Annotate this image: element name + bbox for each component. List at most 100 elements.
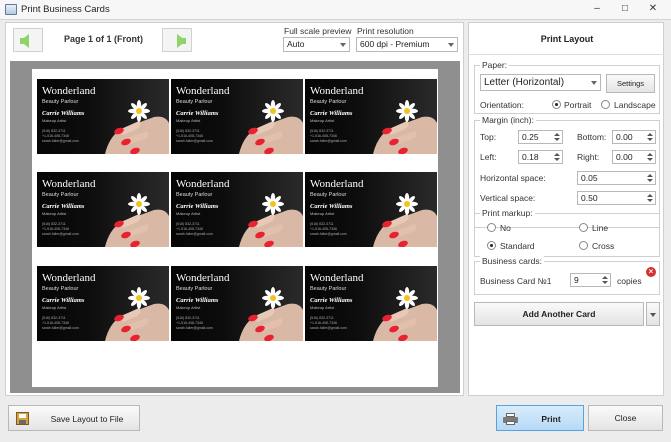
landscape-radio[interactable]: [601, 100, 610, 109]
hand-flower-image: [105, 287, 169, 341]
business-card-preview: Wonderland Beauty Parlour Carrie Williams M…: [171, 79, 303, 154]
top-margin-value: 0.25: [522, 132, 539, 142]
left-margin-input[interactable]: 0.18: [518, 150, 563, 164]
left-label: Left:: [480, 152, 497, 162]
spin-up-icon[interactable]: [647, 174, 653, 177]
spin-down-icon[interactable]: [554, 158, 560, 161]
right-margin-input[interactable]: 0.00: [612, 150, 656, 164]
business-card-preview: Wonderland Beauty Parlour Carrie Williams M…: [305, 266, 437, 341]
add-card-dropdown-button[interactable]: [646, 302, 660, 326]
print-layout-panel: Print Layout Paper: Letter (Horizontal) …: [468, 22, 665, 396]
hand-flower-image: [373, 287, 437, 341]
paper-settings-button[interactable]: Settings: [606, 74, 655, 93]
panel-title: Print Layout: [540, 34, 594, 44]
paper-select[interactable]: Letter (Horizontal): [480, 74, 601, 91]
vertical-space-input[interactable]: 0.50: [577, 191, 656, 205]
markup-cross-radio[interactable]: [579, 241, 588, 250]
spin-up-icon[interactable]: [554, 153, 560, 156]
card-phone: (516) 832-3711: [176, 316, 200, 320]
save-layout-label: Save Layout to File: [50, 414, 124, 424]
print-label: Print: [541, 414, 561, 424]
bottom-margin-input[interactable]: 0.00: [612, 130, 656, 144]
card-phone: (516) 832-3711: [176, 129, 200, 133]
markup-line-radio[interactable]: [579, 223, 588, 232]
spin-down-icon[interactable]: [647, 158, 653, 161]
prev-page-button[interactable]: [13, 28, 43, 52]
card-phone: (516) 832-3711: [176, 222, 200, 226]
chevron-down-icon: [340, 43, 346, 47]
card-name: Carrie Williams: [310, 297, 353, 304]
card-mobile: +1-516-408-7346: [176, 134, 203, 138]
card-subtitle: Beauty Parlour: [310, 286, 347, 292]
card-name: Carrie Williams: [310, 110, 353, 117]
bottom-margin-value: 0.00: [616, 132, 633, 142]
full-scale-value: Auto: [287, 39, 305, 49]
markup-standard-radio[interactable]: [487, 241, 496, 250]
card-email: sarah.fuller@gmail.com: [42, 139, 79, 143]
minimize-button[interactable]: –: [584, 0, 610, 19]
landscape-label: Landscape: [614, 100, 656, 110]
business-card-name: Business Card №1: [480, 276, 552, 286]
close-window-button[interactable]: ✕: [640, 0, 666, 19]
right-label: Right:: [577, 152, 600, 162]
card-role: Makeup Artist: [42, 211, 67, 216]
business-cards-label: Business cards:: [480, 256, 544, 266]
left-margin-value: 0.18: [522, 152, 539, 162]
spin-down-icon[interactable]: [647, 199, 653, 202]
divider: [469, 54, 665, 55]
card-role: Makeup Artist: [42, 118, 67, 123]
spin-up-icon[interactable]: [647, 133, 653, 136]
markup-no-label: No: [500, 223, 511, 233]
card-phone: (516) 832-3711: [42, 222, 66, 226]
preview-page: Wonderland Beauty Parlour Carrie Williams M…: [32, 69, 438, 387]
card-mobile: +1-516-408-7346: [176, 227, 203, 231]
paper-value: Letter (Horizontal): [484, 77, 565, 88]
portrait-radio[interactable]: [552, 100, 561, 109]
print-preview-area[interactable]: Wonderland Beauty Parlour Carrie Williams M…: [10, 61, 460, 393]
card-mobile: +1-516-408-7346: [42, 321, 69, 325]
card-title: Wonderland: [42, 272, 96, 284]
next-page-button[interactable]: [162, 28, 192, 52]
maximize-button[interactable]: □: [612, 0, 638, 19]
card-name: Carrie Williams: [176, 203, 219, 210]
add-another-card-button[interactable]: Add Another Card: [474, 302, 644, 326]
markup-line-label: Line: [592, 223, 609, 233]
arrow-right-icon: [177, 34, 186, 48]
top-margin-input[interactable]: 0.25: [518, 130, 563, 144]
hand-flower-image: [373, 100, 437, 154]
spin-up-icon[interactable]: [602, 276, 608, 279]
card-name: Carrie Williams: [310, 203, 353, 210]
resolution-select[interactable]: 600 dpi - Premium: [356, 37, 458, 52]
business-card-preview: Wonderland Beauty Parlour Carrie Williams M…: [305, 172, 437, 247]
spin-up-icon[interactable]: [647, 194, 653, 197]
chevron-down-icon: [591, 81, 597, 85]
card-name: Carrie Williams: [42, 110, 85, 117]
horizontal-space-input[interactable]: 0.05: [577, 171, 656, 185]
card-title: Wonderland: [176, 85, 230, 97]
card-title: Wonderland: [176, 178, 230, 190]
bottom-label: Bottom:: [577, 132, 607, 142]
card-phone: (516) 832-3711: [42, 316, 66, 320]
card-subtitle: Beauty Parlour: [310, 99, 347, 105]
copies-input[interactable]: 9: [570, 273, 611, 287]
remove-card-icon[interactable]: ×: [646, 267, 656, 277]
spin-down-icon[interactable]: [647, 138, 653, 141]
hand-flower-image: [239, 287, 303, 341]
markup-no-radio[interactable]: [487, 223, 496, 232]
chevron-down-icon: [650, 313, 656, 317]
card-subtitle: Beauty Parlour: [176, 99, 213, 105]
card-mobile: +1-516-408-7346: [176, 321, 203, 325]
spin-down-icon[interactable]: [602, 281, 608, 284]
spin-up-icon[interactable]: [647, 153, 653, 156]
spin-down-icon[interactable]: [647, 179, 653, 182]
save-layout-button[interactable]: Save Layout to File: [8, 405, 140, 431]
print-button[interactable]: Print: [496, 405, 584, 431]
close-button[interactable]: Close: [588, 405, 663, 431]
spin-down-icon[interactable]: [554, 138, 560, 141]
card-phone: (516) 832-3711: [310, 222, 334, 226]
card-subtitle: Beauty Parlour: [176, 192, 213, 198]
spin-up-icon[interactable]: [554, 133, 560, 136]
card-name: Carrie Williams: [42, 203, 85, 210]
right-margin-value: 0.00: [616, 152, 633, 162]
full-scale-select[interactable]: Auto: [283, 37, 350, 52]
